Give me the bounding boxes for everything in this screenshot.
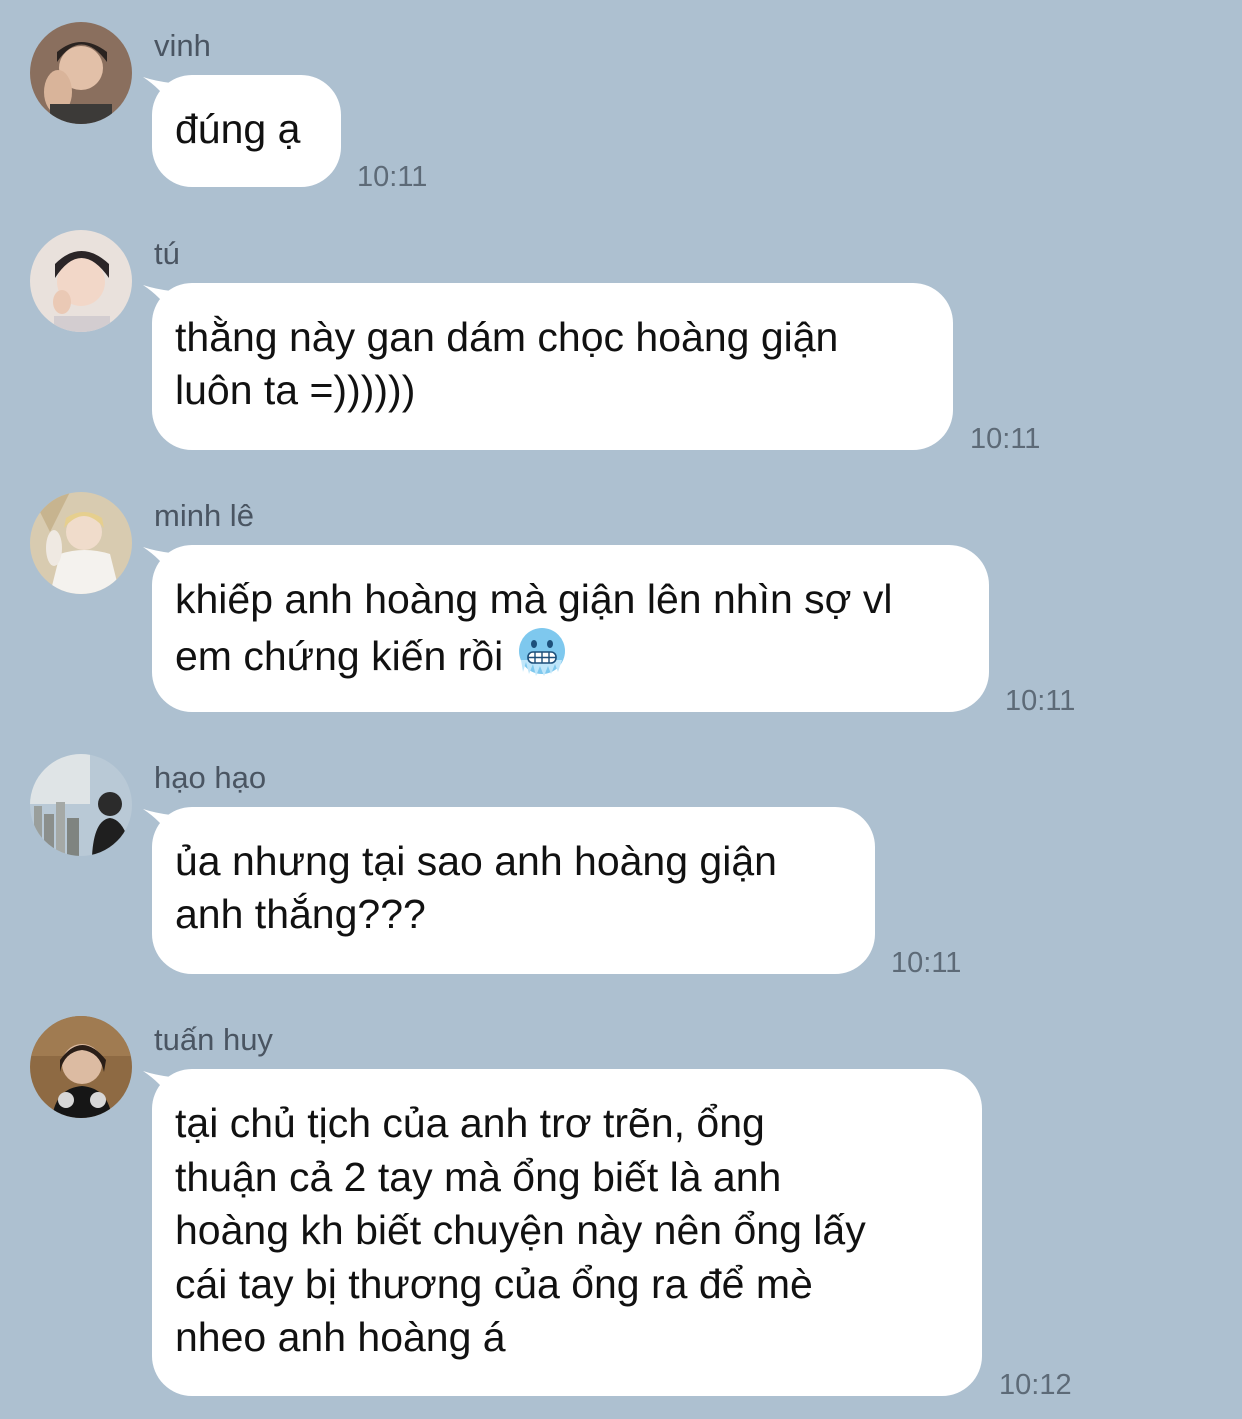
sender-name: vinh — [154, 28, 211, 63]
message-row: vinh đúng ạ 10:11 — [0, 22, 1242, 193]
message-time: 10:11 — [357, 161, 428, 193]
message-text: em chứng kiến rồi — [175, 633, 504, 679]
message-time: 10:11 — [970, 423, 1041, 455]
message-time: 10:11 — [1005, 685, 1076, 717]
avatar[interactable] — [30, 754, 132, 856]
message-row: tú thằng này gan dám chọc hoàng giận luô… — [0, 230, 1242, 455]
message-text: ủa nhưng tại sao anh hoàng giận — [175, 838, 777, 884]
message-time: 10:12 — [999, 1369, 1072, 1401]
message-bubble[interactable]: tại chủ tịch của anh trơ trẽn, ổng thuận… — [152, 1069, 982, 1396]
message-row: hạo hạo ủa nhưng tại sao anh hoàng giận … — [0, 754, 1242, 979]
avatar[interactable] — [30, 492, 132, 594]
sender-name: minh lê — [154, 498, 254, 533]
message-text: nheo anh hoàng á — [175, 1314, 506, 1360]
message-text: thuận cả 2 tay mà ổng biết là anh — [175, 1153, 782, 1200]
message-row: minh lê khiếp anh hoàng mà giận lên nhìn… — [0, 492, 1242, 717]
message-text: hoàng kh biết chuyện này nên ổng lấy — [175, 1207, 866, 1253]
avatar[interactable] — [30, 22, 132, 124]
message-bubble[interactable]: đúng ạ — [152, 75, 341, 187]
message-time: 10:11 — [891, 947, 962, 979]
freezing-face-icon — [518, 628, 565, 676]
avatar[interactable] — [30, 230, 132, 332]
sender-name: tuấn huy — [154, 1022, 273, 1057]
avatar[interactable] — [30, 1016, 132, 1118]
message-text: khiếp anh hoàng mà giận lên nhìn sợ vl — [175, 576, 893, 622]
message-text: đúng ạ — [175, 106, 301, 152]
message-bubble[interactable]: khiếp anh hoàng mà giận lên nhìn sợ vl e… — [152, 545, 989, 712]
message-text: anh thắng??? — [175, 891, 426, 937]
message-text: thằng này gan dám chọc hoàng giận — [175, 314, 839, 360]
message-text: tại chủ tịch của anh trơ trẽn, ổng — [175, 1100, 765, 1146]
message-bubble[interactable]: thằng này gan dám chọc hoàng giận luôn t… — [152, 283, 953, 450]
message-bubble[interactable]: ủa nhưng tại sao anh hoàng giận anh thắn… — [152, 807, 875, 974]
message-text: luôn ta =)))))) — [175, 367, 416, 413]
message-text: cái tay bị thương của ổng ra để mè — [175, 1260, 813, 1307]
message-row: tuấn huy tại chủ tịch của anh trơ trẽn, … — [0, 1016, 1242, 1406]
sender-name: tú — [154, 236, 180, 271]
sender-name: hạo hạo — [154, 760, 267, 795]
